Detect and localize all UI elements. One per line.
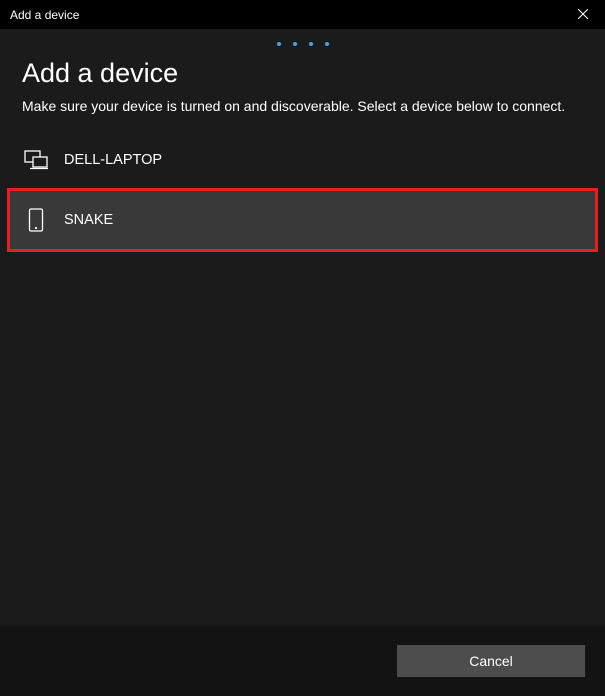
device-label: DELL-LAPTOP — [64, 152, 162, 168]
dialog-content: Add a device Make sure your device is tu… — [0, 30, 605, 696]
device-item-dell-laptop[interactable]: DELL-LAPTOP — [10, 135, 595, 185]
dialog-footer: Cancel — [0, 626, 605, 696]
device-item-snake[interactable]: SNAKE — [10, 191, 595, 249]
phone-icon — [22, 208, 50, 232]
loading-indicator — [0, 30, 605, 42]
page-title: Add a device — [0, 42, 605, 97]
device-list: DELL-LAPTOP SNAKE — [0, 135, 605, 249]
titlebar: Add a device — [0, 0, 605, 30]
window-title: Add a device — [10, 8, 79, 22]
device-label: SNAKE — [64, 212, 113, 228]
close-icon — [578, 6, 588, 24]
pc-icon — [22, 150, 50, 170]
cancel-button[interactable]: Cancel — [397, 645, 585, 677]
close-button[interactable] — [560, 0, 605, 30]
instruction-text: Make sure your device is turned on and d… — [0, 97, 605, 135]
